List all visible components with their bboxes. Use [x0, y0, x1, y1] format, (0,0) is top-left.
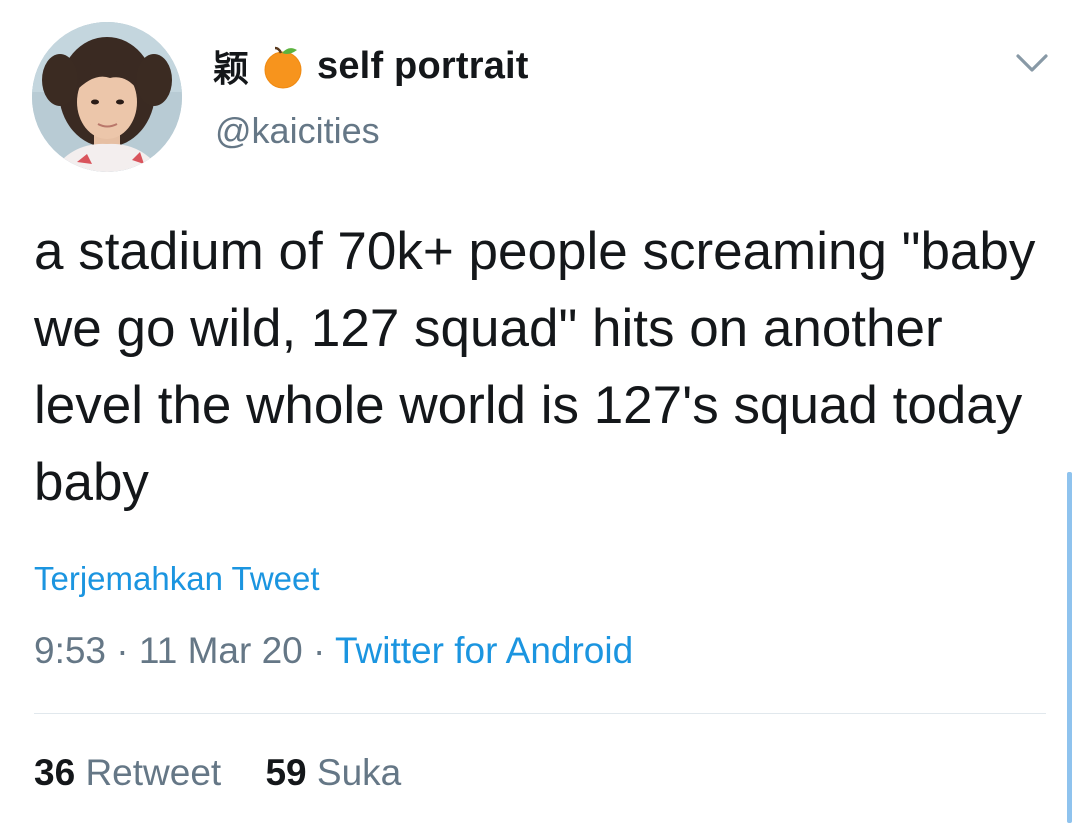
- author-name-row[interactable]: 颖 self portrait: [213, 40, 529, 92]
- meta-separator: ·: [313, 630, 326, 671]
- avatar-photo: [32, 22, 182, 172]
- display-name-prefix: 颖: [213, 48, 250, 89]
- user-handle[interactable]: @kaicities: [215, 110, 380, 152]
- tweet-source-link[interactable]: Twitter for Android: [335, 630, 633, 671]
- tweet-stats: 36 Retweet 59 Suka: [34, 752, 435, 794]
- avatar[interactable]: [32, 22, 182, 172]
- tweet-text: a stadium of 70k+ people screaming "baby…: [34, 222, 1036, 512]
- tweet-meta: 9:53 · 11 Mar 20 · Twitter for Android: [34, 630, 633, 672]
- tweet-detail: 颖 self portrait @kaicities a stadium of …: [0, 0, 1075, 823]
- likes-count: 59: [265, 752, 307, 793]
- scrollbar[interactable]: [1067, 472, 1072, 823]
- display-name: self portrait: [317, 44, 529, 87]
- tweet-time: 9:53: [34, 630, 107, 671]
- retweets-count: 36: [34, 752, 76, 793]
- chevron-down-icon[interactable]: [1014, 50, 1050, 76]
- orange-fruit-icon: [259, 42, 307, 90]
- likes-stat[interactable]: 59 Suka: [265, 752, 401, 793]
- meta-separator: ·: [116, 630, 129, 671]
- divider: [34, 713, 1046, 714]
- translate-tweet-link[interactable]: Terjemahkan Tweet: [34, 560, 320, 598]
- retweets-stat[interactable]: 36 Retweet: [34, 752, 231, 793]
- retweets-label: Retweet: [85, 752, 222, 793]
- likes-label: Suka: [316, 752, 402, 793]
- tweet-date[interactable]: 11 Mar 20: [139, 630, 303, 671]
